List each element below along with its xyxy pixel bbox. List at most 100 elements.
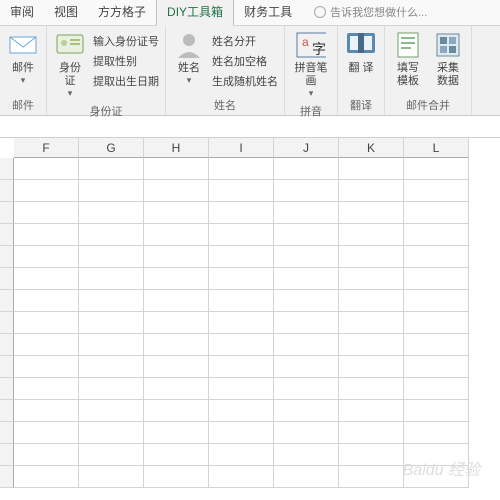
cell[interactable] (404, 422, 469, 444)
cell[interactable] (339, 158, 404, 180)
cell[interactable] (274, 334, 339, 356)
extract-gender[interactable]: 提取性别 (91, 52, 161, 70)
cell[interactable] (79, 202, 144, 224)
cell[interactable] (79, 444, 144, 466)
cell[interactable] (274, 444, 339, 466)
tab-ffgz[interactable]: 方方格子 (88, 0, 156, 25)
row-header[interactable] (0, 422, 14, 444)
name-button[interactable]: 姓名 (170, 28, 208, 88)
cell[interactable] (274, 180, 339, 202)
spreadsheet-grid[interactable]: FGHIJKL (0, 138, 500, 488)
cell[interactable] (404, 224, 469, 246)
cell[interactable] (209, 444, 274, 466)
tab-view[interactable]: 视图 (44, 0, 88, 25)
input-id-number[interactable]: 输入身份证号 (91, 32, 161, 50)
cell[interactable] (274, 422, 339, 444)
cell[interactable] (404, 400, 469, 422)
cell[interactable] (209, 422, 274, 444)
cell[interactable] (144, 312, 209, 334)
cell[interactable] (339, 312, 404, 334)
cell[interactable] (144, 158, 209, 180)
cell[interactable] (14, 312, 79, 334)
row-header[interactable] (0, 356, 14, 378)
row-header[interactable] (0, 246, 14, 268)
cell[interactable] (339, 246, 404, 268)
cell[interactable] (144, 246, 209, 268)
cell[interactable] (339, 180, 404, 202)
cell[interactable] (339, 400, 404, 422)
cell[interactable] (339, 356, 404, 378)
name-add-space[interactable]: 姓名加空格 (210, 52, 280, 70)
cell[interactable] (404, 356, 469, 378)
cell[interactable] (209, 400, 274, 422)
row-header[interactable] (0, 378, 14, 400)
cell[interactable] (79, 180, 144, 202)
cell[interactable] (144, 444, 209, 466)
cell[interactable] (209, 466, 274, 488)
cell[interactable] (339, 224, 404, 246)
cell[interactable] (14, 334, 79, 356)
cell[interactable] (274, 400, 339, 422)
cell[interactable] (79, 400, 144, 422)
cell[interactable] (339, 422, 404, 444)
cell[interactable] (404, 268, 469, 290)
cell[interactable] (274, 202, 339, 224)
row-header[interactable] (0, 400, 14, 422)
cell[interactable] (274, 312, 339, 334)
cell[interactable] (14, 422, 79, 444)
cell[interactable] (14, 246, 79, 268)
cell[interactable] (339, 466, 404, 488)
name-random[interactable]: 生成随机姓名 (210, 72, 280, 90)
cell[interactable] (404, 378, 469, 400)
collect-data-button[interactable]: 采集 数据 (429, 28, 467, 90)
column-header[interactable]: L (404, 138, 469, 158)
pinyin-button[interactable]: a字 拼音笔 画 (289, 28, 333, 101)
cell[interactable] (209, 180, 274, 202)
tab-diy-toolbox[interactable]: DIY工具箱 (156, 0, 234, 26)
cell[interactable] (404, 158, 469, 180)
row-header[interactable] (0, 180, 14, 202)
cell[interactable] (144, 400, 209, 422)
cell[interactable] (79, 268, 144, 290)
cell[interactable] (209, 290, 274, 312)
cell[interactable] (144, 202, 209, 224)
column-header[interactable]: K (339, 138, 404, 158)
cell[interactable] (79, 290, 144, 312)
column-header[interactable]: I (209, 138, 274, 158)
column-header[interactable]: G (79, 138, 144, 158)
column-header[interactable]: F (14, 138, 79, 158)
cell[interactable] (209, 312, 274, 334)
cell[interactable] (404, 246, 469, 268)
cell[interactable] (79, 246, 144, 268)
cell[interactable] (404, 312, 469, 334)
row-header[interactable] (0, 312, 14, 334)
name-split[interactable]: 姓名分开 (210, 32, 280, 50)
cell[interactable] (14, 290, 79, 312)
cell[interactable] (209, 224, 274, 246)
fill-template-button[interactable]: 填写 模板 (389, 28, 427, 90)
column-header[interactable]: J (274, 138, 339, 158)
cell[interactable] (144, 466, 209, 488)
cell[interactable] (339, 202, 404, 224)
row-header[interactable] (0, 334, 14, 356)
cell[interactable] (144, 290, 209, 312)
row-header[interactable] (0, 158, 14, 180)
tab-review[interactable]: 审阅 (0, 0, 44, 25)
cell[interactable] (144, 378, 209, 400)
cell[interactable] (274, 268, 339, 290)
cell[interactable] (144, 356, 209, 378)
cell[interactable] (144, 268, 209, 290)
column-header[interactable]: H (144, 138, 209, 158)
cell[interactable] (274, 290, 339, 312)
cell[interactable] (79, 312, 144, 334)
cell[interactable] (339, 378, 404, 400)
cell[interactable] (274, 378, 339, 400)
cell[interactable] (209, 158, 274, 180)
cell[interactable] (209, 246, 274, 268)
idcard-button[interactable]: 身份 证 (51, 28, 89, 101)
cell[interactable] (144, 224, 209, 246)
cell[interactable] (339, 334, 404, 356)
cell[interactable] (144, 334, 209, 356)
cell[interactable] (14, 202, 79, 224)
cell[interactable] (339, 444, 404, 466)
